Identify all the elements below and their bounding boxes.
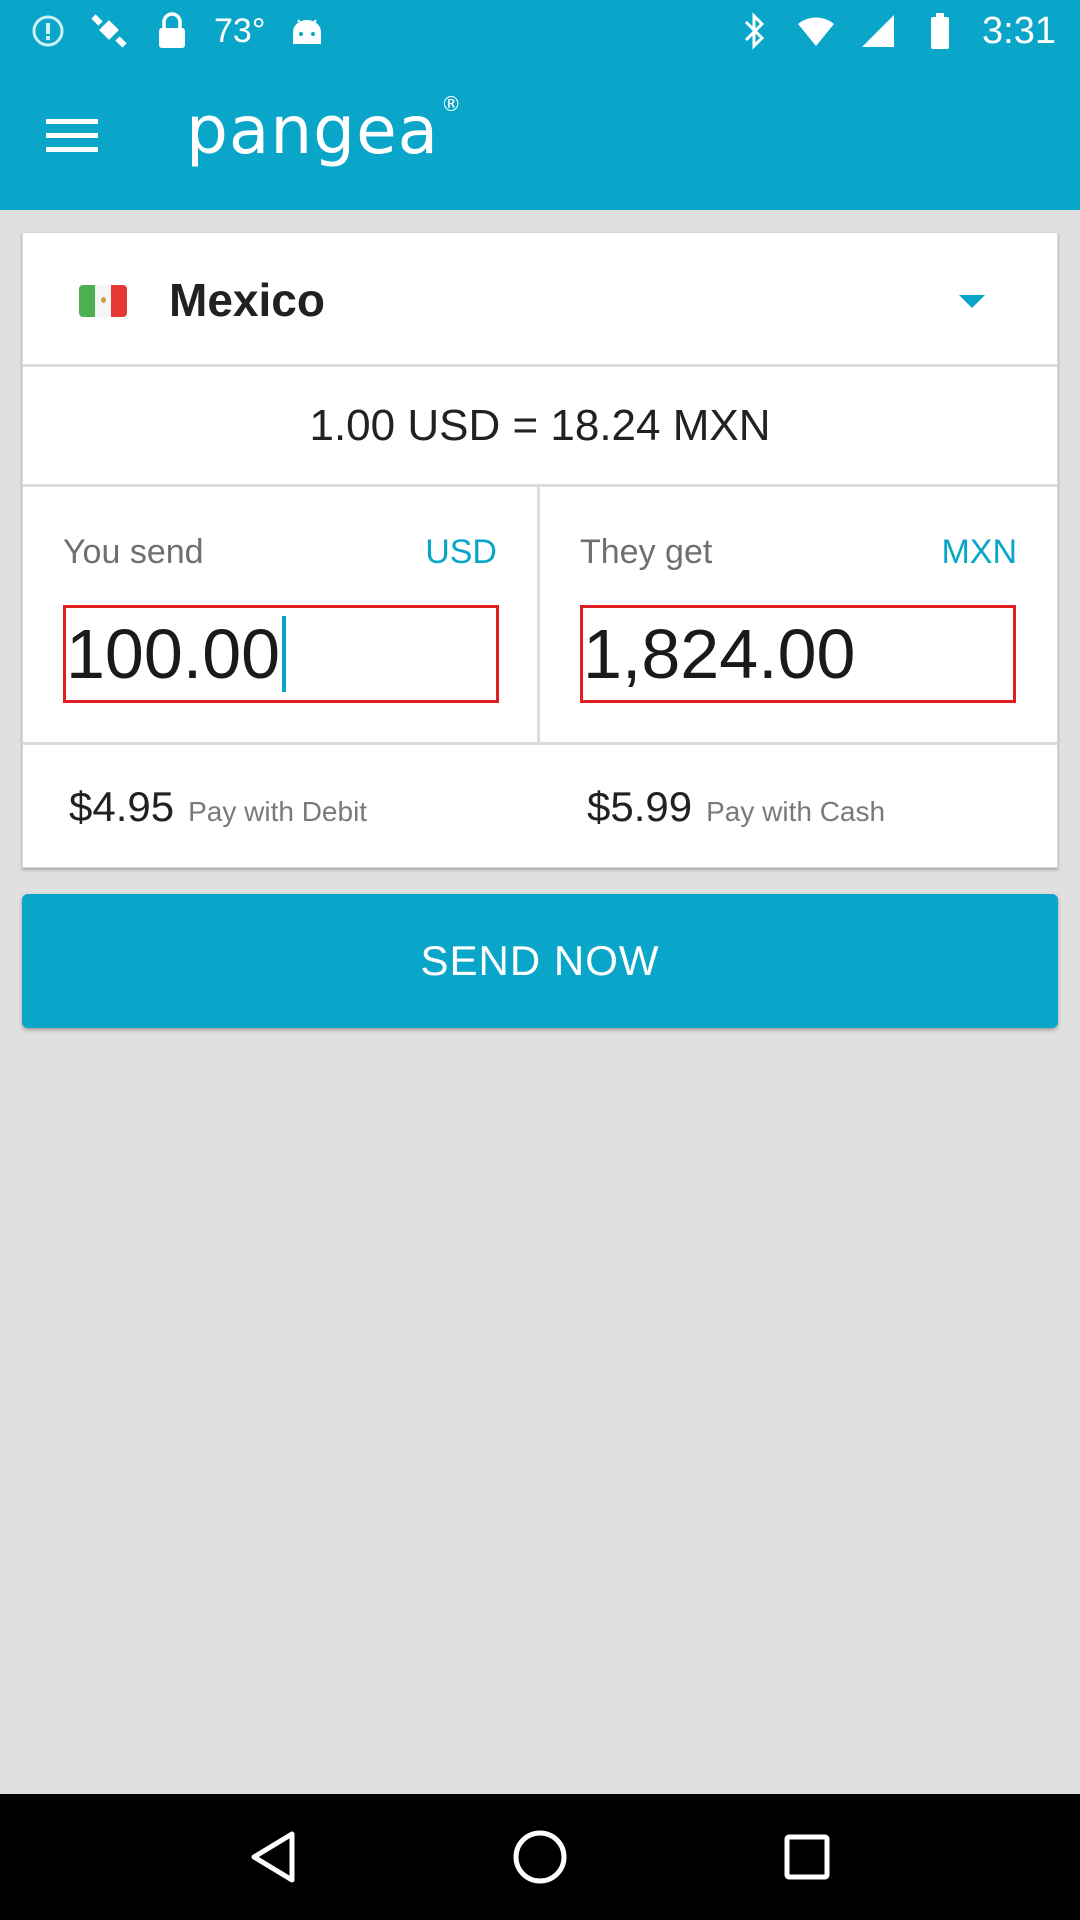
status-left: 73° [28, 10, 327, 52]
receive-label: They get [580, 533, 713, 571]
alert-icon [28, 11, 68, 51]
send-amount-section: You send USD 100.00 [23, 487, 540, 742]
dropdown-caret-icon [959, 295, 985, 308]
receive-currency: MXN [941, 533, 1017, 571]
pay-with-debit-option[interactable]: $4.95 Pay with Debit [69, 783, 367, 831]
country-name: Mexico [169, 274, 325, 326]
temperature-text: 73° [214, 11, 266, 50]
country-selector[interactable]: Mexico [23, 233, 1057, 367]
exchange-rate: 1.00 USD = 18.24 MXN [23, 367, 1057, 487]
home-circle-icon [513, 1830, 567, 1884]
app-bar: pangea ® [0, 62, 1080, 210]
status-right: 3:31 [734, 10, 1056, 52]
signal-icon [858, 11, 898, 51]
home-button[interactable] [500, 1817, 580, 1897]
send-amount-input[interactable]: 100.00 [63, 605, 499, 703]
receive-amount-value: 1,824.00 [583, 615, 856, 693]
exchange-rate-text: 1.00 USD = 18.24 MXN [309, 400, 771, 450]
menu-icon [46, 119, 98, 152]
text-cursor [282, 616, 287, 692]
amount-row: You send USD 100.00 They get MXN 1,824.0… [23, 487, 1057, 745]
back-button[interactable] [233, 1817, 313, 1897]
battery-icon [920, 11, 960, 51]
back-triangle-icon [251, 1831, 295, 1883]
debit-fee-label: Pay with Debit [188, 796, 368, 827]
send-now-label: SEND NOW [420, 937, 660, 984]
bluetooth-icon [734, 11, 774, 51]
wifi-icon [796, 11, 836, 51]
send-currency: USD [425, 533, 497, 571]
recents-button[interactable] [767, 1817, 847, 1897]
satellite-icon [90, 11, 130, 51]
app-logo: pangea ® [186, 92, 462, 169]
receive-amount-input[interactable]: 1,824.00 [580, 605, 1016, 703]
recents-square-icon [784, 1834, 830, 1880]
receive-amount-section: They get MXN 1,824.00 [540, 487, 1057, 742]
app-logo-text: pangea [186, 92, 440, 169]
registered-mark: ® [441, 92, 463, 116]
lock-icon [152, 11, 192, 51]
navigation-bar [0, 1794, 1080, 1920]
send-label: You send [63, 533, 204, 571]
clock-text: 3:31 [982, 9, 1056, 52]
transfer-card: Mexico 1.00 USD = 18.24 MXN You send USD… [22, 232, 1058, 868]
send-amount-value: 100.00 [66, 615, 281, 693]
send-now-button[interactable]: SEND NOW [22, 894, 1058, 1028]
mexico-flag-icon [79, 285, 127, 317]
fee-row: $4.95 Pay with Debit $5.99 Pay with Cash [23, 745, 1057, 869]
android-icon [287, 11, 327, 51]
cash-fee-label: Pay with Cash [706, 796, 886, 827]
hamburger-menu-button[interactable] [40, 106, 104, 166]
debit-fee-amount: $4.95 [69, 783, 175, 830]
cash-fee-amount: $5.99 [587, 783, 693, 830]
status-bar: 73° 3:31 [0, 0, 1080, 62]
pay-with-cash-option[interactable]: $5.99 Pay with Cash [587, 783, 885, 831]
